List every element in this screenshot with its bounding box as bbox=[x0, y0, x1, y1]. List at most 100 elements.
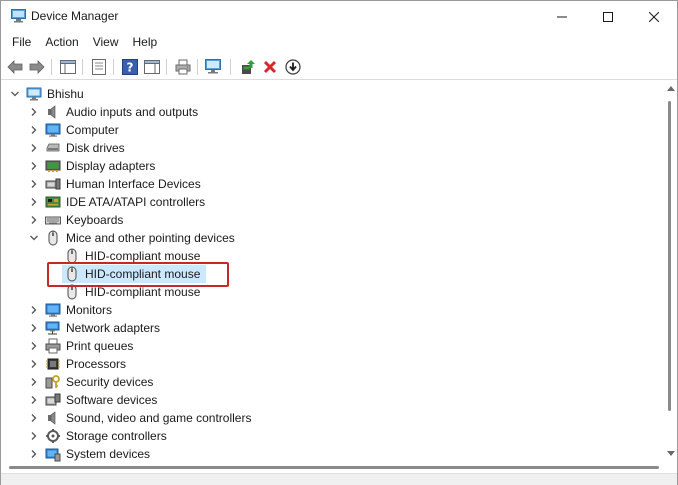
properties-icon bbox=[92, 59, 106, 75]
scroll-up-icon[interactable] bbox=[667, 85, 675, 91]
chevron-right-icon[interactable] bbox=[29, 377, 39, 387]
tree-item-label: Sound, video and game controllers bbox=[66, 411, 252, 425]
tree-item-mice-and-other-pointing-devices[interactable]: Mice and other pointing devices bbox=[1, 229, 661, 247]
update-driver-button[interactable] bbox=[284, 58, 302, 76]
system-device-icon bbox=[45, 448, 61, 462]
tree-item-label: Monitors bbox=[66, 303, 113, 317]
show-hide-console-tree-icon bbox=[60, 60, 76, 74]
chevron-right-icon[interactable] bbox=[29, 107, 39, 117]
scroll-down-icon[interactable] bbox=[667, 451, 675, 457]
device-tree: Bhishu Audio inputs and outputs Computer… bbox=[1, 81, 665, 463]
tree-item-monitors[interactable]: Monitors bbox=[1, 301, 661, 319]
chevron-right-icon[interactable] bbox=[29, 125, 39, 135]
chevron-right-icon[interactable] bbox=[29, 215, 39, 225]
tree-item-label: Mice and other pointing devices bbox=[66, 231, 235, 245]
tree-item-label: Audio inputs and outputs bbox=[66, 105, 199, 119]
chevron-right-icon[interactable] bbox=[29, 449, 39, 459]
tree-root[interactable]: Bhishu bbox=[1, 85, 661, 103]
security-icon bbox=[45, 375, 60, 389]
forward-icon bbox=[29, 60, 45, 74]
tree-item-print-queues[interactable]: Print queues bbox=[1, 337, 661, 355]
menu-help[interactable]: Help bbox=[126, 33, 165, 51]
tree-item-label: IDE ATA/ATAPI controllers bbox=[66, 195, 206, 209]
network-icon bbox=[45, 321, 60, 335]
tree-item-sound-video-and-game-controllers[interactable]: Sound, video and game controllers bbox=[1, 409, 661, 427]
chevron-right-icon[interactable] bbox=[29, 413, 39, 423]
chevron-right-icon[interactable] bbox=[29, 359, 39, 369]
tree-item-label: Network adapters bbox=[66, 321, 161, 335]
tree-item-label: Software devices bbox=[66, 393, 158, 407]
tree-item-label: Storage controllers bbox=[66, 429, 167, 443]
chevron-right-icon[interactable] bbox=[29, 197, 39, 207]
speaker-icon bbox=[48, 411, 56, 425]
tree-item-network-adapters[interactable]: Network adapters bbox=[1, 319, 661, 337]
back-button[interactable] bbox=[6, 58, 24, 76]
tree-item-computer[interactable]: Computer bbox=[1, 121, 661, 139]
action-pane-icon bbox=[144, 60, 160, 74]
chevron-right-icon[interactable] bbox=[29, 179, 39, 189]
tree-item-label: Display adapters bbox=[66, 159, 156, 173]
add-driver-icon bbox=[242, 60, 255, 74]
help-icon: ? bbox=[122, 59, 138, 75]
tree-item-storage-controllers[interactable]: Storage controllers bbox=[1, 427, 661, 445]
tree-item-disk-drives[interactable]: Disk drives bbox=[1, 139, 661, 157]
close-button[interactable] bbox=[631, 1, 677, 32]
chevron-right-icon[interactable] bbox=[29, 341, 39, 351]
forward-button[interactable] bbox=[28, 58, 46, 76]
device-manager-window: Device Manager File Action View Help ? B… bbox=[0, 0, 678, 485]
software-device-icon bbox=[45, 393, 61, 406]
toolbar: ? bbox=[1, 54, 677, 80]
tree-item-system-devices[interactable]: System devices bbox=[1, 445, 661, 463]
chevron-right-icon[interactable] bbox=[29, 143, 39, 153]
chevron-right-icon[interactable] bbox=[29, 323, 39, 333]
chevron-right-icon[interactable] bbox=[29, 161, 39, 171]
print-button[interactable] bbox=[174, 58, 192, 76]
properties-button[interactable] bbox=[90, 58, 108, 76]
ide-controller-icon bbox=[45, 196, 61, 208]
storage-icon bbox=[46, 429, 60, 443]
window-title: Device Manager bbox=[31, 9, 119, 23]
horizontal-scroll-thumb[interactable] bbox=[9, 466, 659, 469]
scan-hardware-button[interactable] bbox=[205, 58, 223, 76]
title-bar: Device Manager bbox=[1, 1, 677, 32]
device-manager-icon bbox=[11, 9, 26, 23]
tree-item-display-adapters[interactable]: Display adapters bbox=[1, 157, 661, 175]
vertical-scrollbar[interactable] bbox=[665, 81, 677, 463]
chevron-right-icon[interactable] bbox=[29, 395, 39, 405]
maximize-button[interactable] bbox=[585, 1, 631, 32]
tree-item-label: Processors bbox=[66, 357, 127, 371]
action-pane-button[interactable] bbox=[143, 58, 161, 76]
tree-item-label: Human Interface Devices bbox=[66, 177, 201, 191]
chevron-down-icon[interactable] bbox=[10, 89, 20, 99]
scan-hardware-icon bbox=[205, 59, 221, 74]
tree-item-software-devices[interactable]: Software devices bbox=[1, 391, 661, 409]
print-icon bbox=[175, 59, 191, 75]
update-driver-icon bbox=[285, 59, 301, 75]
tree-item-processors[interactable]: Processors bbox=[1, 355, 661, 373]
menu-bar: File Action View Help bbox=[1, 32, 677, 52]
menu-action[interactable]: Action bbox=[38, 33, 85, 51]
hid-icon bbox=[45, 178, 61, 190]
help-button[interactable]: ? bbox=[121, 58, 139, 76]
computer-icon bbox=[26, 87, 42, 101]
minimize-button[interactable] bbox=[539, 1, 585, 32]
chevron-down-icon[interactable] bbox=[29, 233, 39, 243]
add-driver-button[interactable] bbox=[239, 58, 257, 76]
tree-item-audio-inputs-and-outputs[interactable]: Audio inputs and outputs bbox=[1, 103, 661, 121]
close-icon bbox=[649, 11, 659, 22]
tree-item-label: HID-compliant mouse bbox=[85, 249, 201, 263]
menu-view[interactable]: View bbox=[86, 33, 126, 51]
tree-item-ide-ata-atapi-controllers[interactable]: IDE ATA/ATAPI controllers bbox=[1, 193, 661, 211]
svg-text:?: ? bbox=[127, 61, 134, 75]
vertical-scroll-thumb[interactable] bbox=[668, 101, 671, 411]
menu-file[interactable]: File bbox=[5, 33, 38, 51]
uninstall-button[interactable] bbox=[261, 58, 279, 76]
monitor-icon bbox=[45, 303, 61, 317]
tree-item-human-interface-devices[interactable]: Human Interface Devices bbox=[1, 175, 661, 193]
horizontal-scrollbar[interactable] bbox=[1, 463, 665, 473]
chevron-right-icon[interactable] bbox=[29, 431, 39, 441]
chevron-right-icon[interactable] bbox=[29, 305, 39, 315]
tree-item-keyboards[interactable]: Keyboards bbox=[1, 211, 661, 229]
tree-item-security-devices[interactable]: Security devices bbox=[1, 373, 661, 391]
console-tree-button[interactable] bbox=[59, 58, 77, 76]
